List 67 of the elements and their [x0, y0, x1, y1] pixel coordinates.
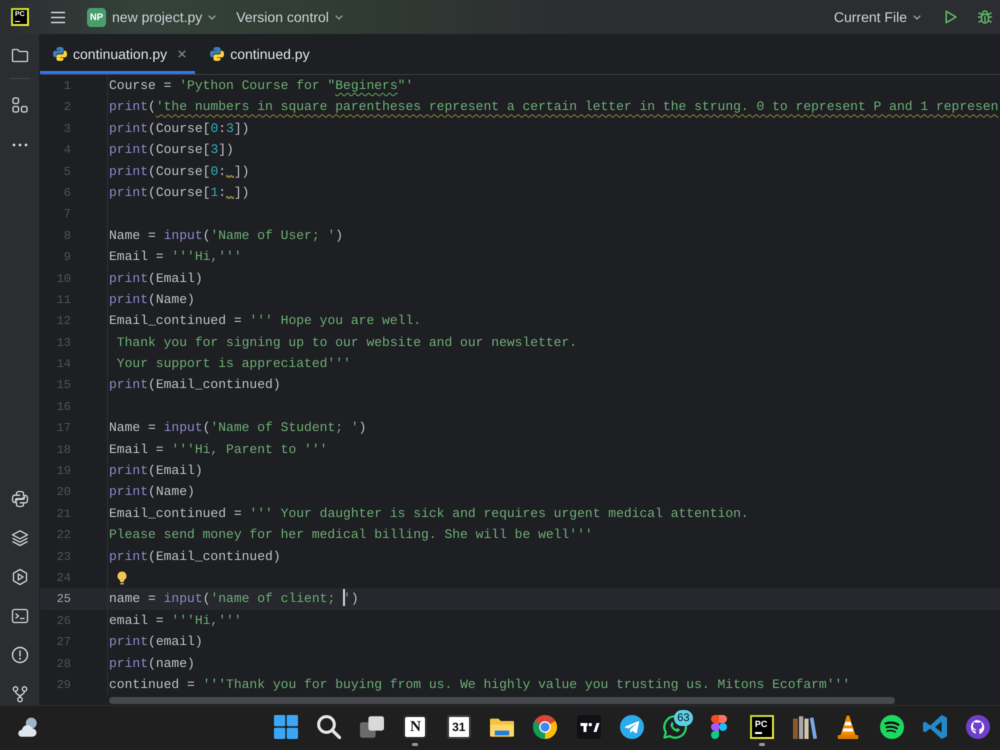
- code-line: print(name): [109, 654, 195, 673]
- books-icon[interactable]: [793, 715, 818, 739]
- python-file-icon: [53, 47, 67, 61]
- line-number: 25: [56, 592, 71, 606]
- github-icon[interactable]: [966, 715, 990, 739]
- python-file-icon: [210, 47, 224, 61]
- editor-tab[interactable]: continued.py: [195, 34, 319, 74]
- lightbulb-icon[interactable]: [117, 570, 127, 585]
- caret-icon: [913, 14, 921, 20]
- project-badge: NP: [87, 8, 106, 26]
- whatsapp-icon[interactable]: [663, 715, 688, 739]
- menu-icon[interactable]: [50, 10, 66, 24]
- code-line: print(Course[1: ]): [109, 184, 250, 202]
- code-line: print(Name): [109, 483, 195, 502]
- debug-icon[interactable]: [977, 9, 993, 25]
- search-icon[interactable]: [316, 715, 341, 739]
- terminal-icon[interactable]: [10, 606, 30, 626]
- code-line: Thank you for signing up to our website and our newsletter.: [116, 334, 578, 352]
- layers-icon[interactable]: [10, 528, 30, 548]
- code-line: print(Email): [109, 462, 203, 480]
- calendar-icon[interactable]: 31: [446, 715, 471, 739]
- code-line: email = '''Hi,''': [109, 612, 242, 630]
- run-icon[interactable]: [945, 10, 957, 24]
- code-line: name = input('name of client; '): [109, 588, 359, 608]
- code-line: print(Course[3]): [109, 141, 234, 160]
- start-icon[interactable]: [274, 715, 298, 739]
- code-line: Email = '''Hi,''': [109, 248, 242, 266]
- git-branch-icon[interactable]: [10, 684, 30, 704]
- problems-icon[interactable]: [10, 645, 30, 665]
- code-line: print(Course[0:3]): [109, 120, 250, 138]
- spotify-icon[interactable]: [880, 715, 904, 739]
- caret-icon: [334, 14, 343, 20]
- code-line: Course = 'Python Course for "Beginers"': [109, 77, 414, 95]
- code-line: print(email): [109, 633, 203, 652]
- code-line: Email_continued = ''' Hope you are well.: [109, 312, 422, 330]
- editor-tab[interactable]: continuation.py: [40, 34, 196, 74]
- code-line: print('the numbers in square parentheses represent a certain letter in the strung. 0 to represent P and 1 represen: [109, 98, 998, 116]
- tradingview-icon[interactable]: [576, 715, 601, 739]
- code-line: print(Course[0: ]): [109, 162, 250, 181]
- pycharm-icon[interactable]: PC: [750, 715, 774, 739]
- run-configuration-selector[interactable]: Current File: [834, 9, 921, 25]
- project-selector[interactable]: new project.py: [112, 9, 216, 25]
- code-line: continued = '''Thank you for buying from us. We highly value you trusting us. Mitons Ecofarm''': [109, 676, 850, 694]
- notification-badge: 63: [674, 710, 693, 726]
- task-view-icon[interactable]: [360, 715, 384, 739]
- code-line: print(Email): [109, 270, 203, 288]
- code-line: Email_continued = ''' Your daughter is sick and requires urgent medical attention.: [109, 504, 749, 523]
- code-line: Please send money for her medical billing. She will be well''': [109, 526, 593, 544]
- code-line: print(Email_continued): [109, 376, 281, 394]
- code-line: Your support is appreciated''': [116, 355, 351, 374]
- traffic-cone-icon[interactable]: [836, 715, 860, 739]
- vscode-icon[interactable]: [923, 715, 948, 739]
- python-console-icon[interactable]: [10, 489, 30, 509]
- code-line: Email = '''Hi, Parent to ''': [109, 440, 328, 459]
- close-icon[interactable]: [178, 50, 186, 58]
- caret-icon: [208, 14, 216, 20]
- code-line: Name = input('Name of User; '): [109, 226, 344, 245]
- notion-icon[interactable]: N: [403, 715, 428, 739]
- code-line: print(Email_continued): [109, 548, 281, 566]
- code-line: Name = input('Name of Student; '): [109, 419, 366, 438]
- scrollbar-thumb[interactable]: [109, 696, 895, 704]
- vcs-menu[interactable]: Version control: [236, 9, 343, 25]
- chrome-icon[interactable]: [533, 715, 558, 739]
- structure-icon[interactable]: [10, 95, 30, 115]
- code-line: print(Name): [109, 290, 195, 309]
- figma-icon[interactable]: [710, 715, 727, 739]
- paper-plane-icon[interactable]: [620, 715, 644, 739]
